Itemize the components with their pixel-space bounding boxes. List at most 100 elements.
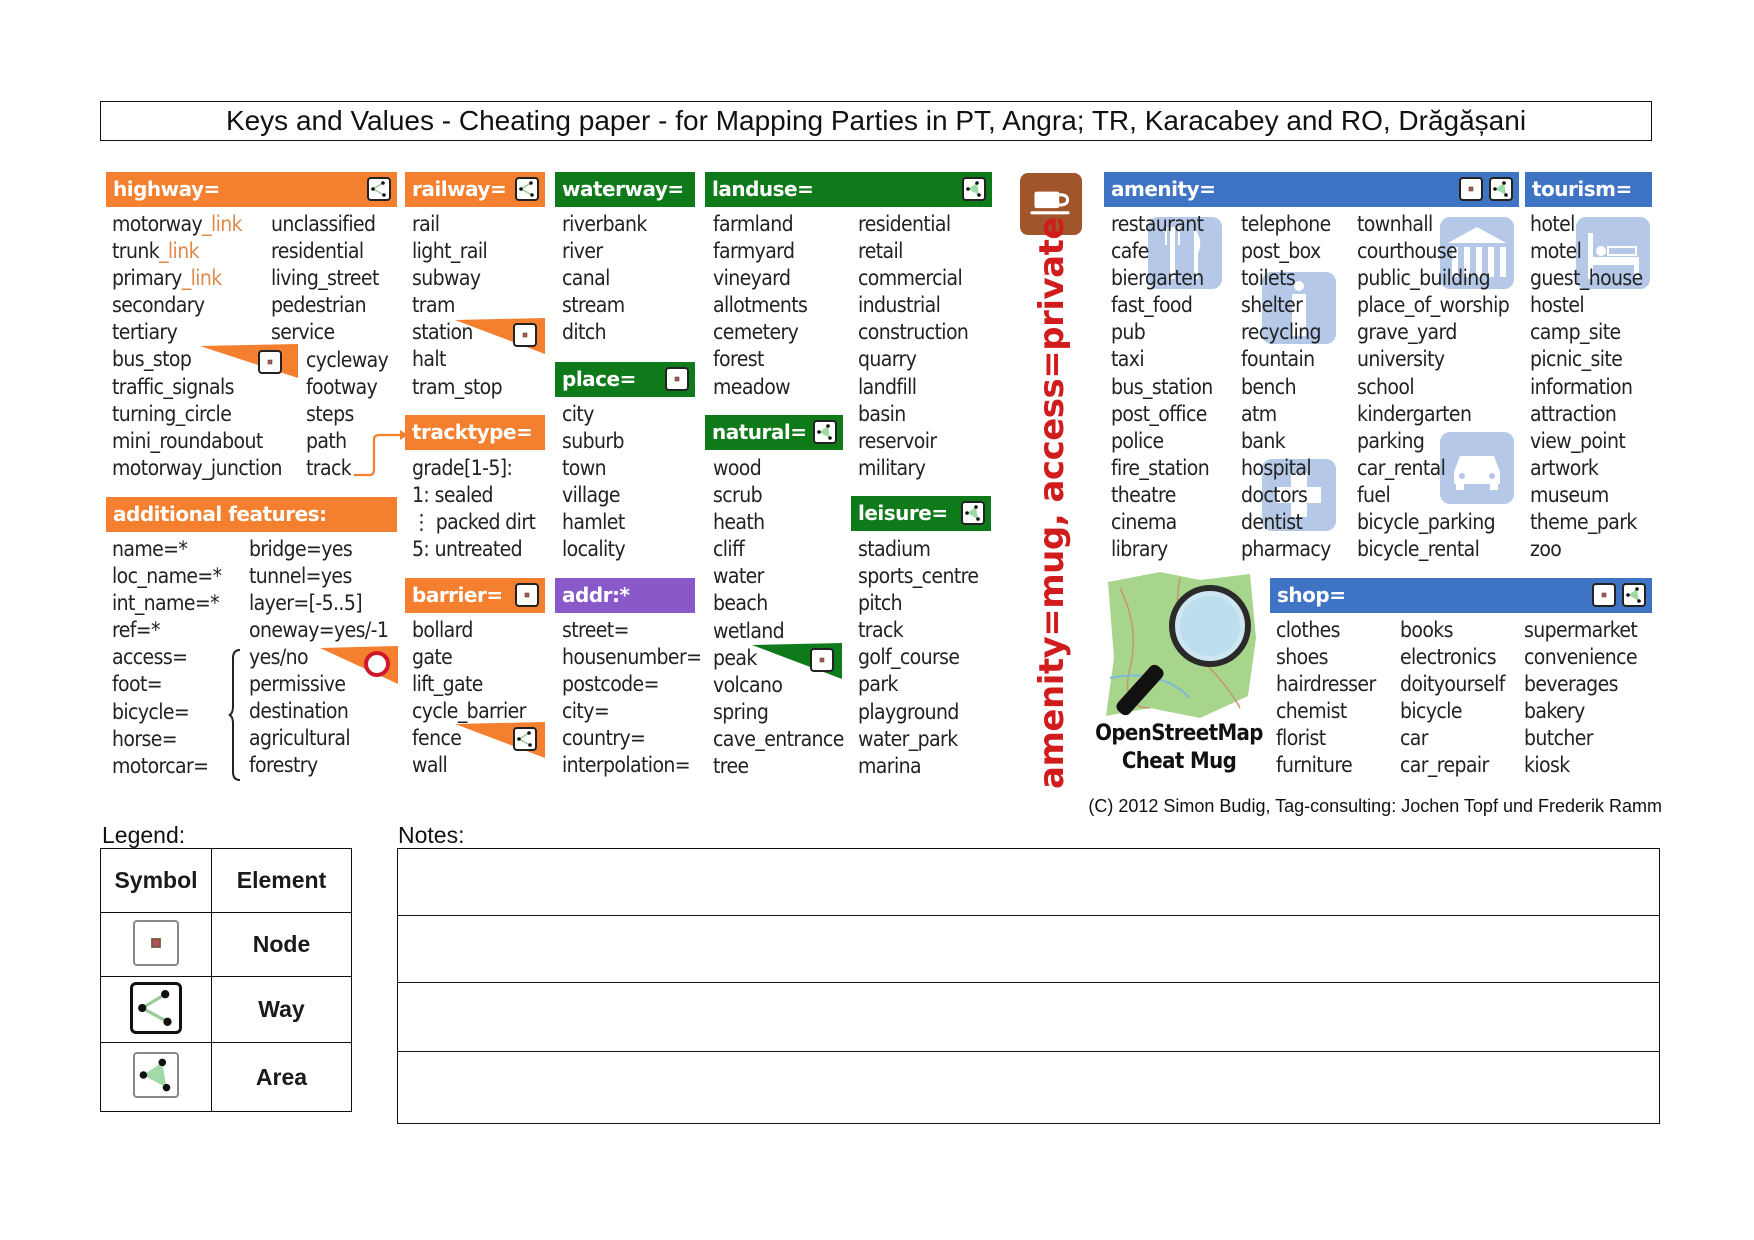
link-suffix: _link	[181, 266, 222, 291]
list-item: townhall	[1357, 212, 1433, 236]
logo-title-line-1: OpenStreetMap	[1095, 721, 1263, 746]
additional-list-2: bridge=yes tunnel=yes layer=[-5..5] onew…	[249, 536, 389, 644]
list-item: vineyard	[713, 266, 791, 291]
leisure-header-label: leisure=	[858, 501, 948, 525]
openstreetmap-cheat-mug-title: OpenStreetMap Cheat Mug	[1090, 720, 1268, 776]
node-callout	[200, 344, 298, 378]
list-item: beverages	[1524, 672, 1618, 697]
list-item: shelter	[1241, 293, 1303, 318]
list-item: gate	[412, 645, 453, 670]
list-item: clothes	[1276, 618, 1340, 642]
list-item: tunnel=yes	[249, 564, 352, 589]
railway-header: railway=	[405, 172, 545, 207]
list-item: farmyard	[713, 239, 795, 264]
list-item: grade[1-5]:	[412, 456, 513, 480]
list-item: tertiary	[112, 320, 178, 345]
barrier-header: barrier=	[405, 578, 545, 613]
list-item: theatre	[1111, 482, 1176, 507]
list-item: country=	[562, 726, 646, 751]
list-item: bakery	[1524, 699, 1585, 724]
list-item: cafe	[1111, 239, 1149, 264]
legend-element: Way	[211, 976, 352, 1043]
legend-table: Symbol Element Node Way Area	[100, 848, 352, 1112]
list-item: pitch	[858, 591, 903, 616]
list-item: suburb	[562, 429, 625, 454]
notes-row[interactable]	[397, 1051, 1660, 1124]
list-item: florist	[1276, 726, 1326, 751]
list-item: water	[713, 564, 764, 589]
list-item: car_rental	[1357, 455, 1446, 480]
list-item: tram_stop	[412, 374, 503, 399]
node-icon	[258, 350, 282, 374]
list-item: water_park	[858, 726, 958, 751]
list-item: doityourself	[1400, 672, 1505, 697]
list-item: station	[412, 320, 473, 345]
amenity-list-3: townhall courthouse public_building plac…	[1357, 211, 1510, 563]
list-item: courthouse	[1357, 239, 1458, 264]
list-item: destination	[249, 699, 349, 724]
list-item: picnic_site	[1530, 347, 1623, 372]
list-item: loc_name=*	[112, 564, 222, 589]
list-item: bollard	[412, 618, 473, 642]
list-item: school	[1357, 374, 1415, 399]
list-item: track	[858, 618, 904, 643]
list-item: secondary	[112, 293, 205, 318]
list-item: car	[1400, 726, 1429, 751]
list-item: heath	[713, 510, 765, 535]
list-item: police	[1111, 428, 1164, 453]
list-item: street=	[562, 618, 629, 642]
list-item: post_box	[1241, 239, 1321, 264]
notes-row[interactable]	[397, 915, 1660, 983]
amenity-list-2: telephone post_box toilets shelter recyc…	[1241, 211, 1331, 563]
notes-row[interactable]	[397, 848, 1660, 916]
list-item: horse=	[112, 726, 178, 751]
list-item: farmland	[713, 212, 794, 236]
list-item: sports_centre	[858, 564, 979, 589]
amenity-list-1: restaurant cafe biergarten fast_food pub…	[1111, 211, 1213, 563]
list-item: view_point	[1530, 428, 1626, 453]
list-item: spring	[713, 699, 769, 724]
place-header-label: place=	[562, 367, 636, 391]
legend-row: Area	[100, 1042, 352, 1112]
shop-list-1: clothes shoes hairdresser chemist floris…	[1276, 617, 1376, 780]
list-item: town	[562, 456, 607, 481]
list-item: bicycle=	[112, 699, 190, 724]
addr-list: street= housenumber= postcode= city= cou…	[562, 617, 702, 780]
area-icon	[1622, 583, 1646, 607]
list-item: unclassified	[271, 212, 376, 236]
list-item: fire_station	[1111, 455, 1210, 480]
list-item: bank	[1241, 428, 1286, 453]
list-item: marina	[858, 753, 922, 778]
place-list: city suburb town village hamlet locality	[562, 401, 626, 564]
list-item: ditch	[562, 320, 607, 345]
shop-list-3: supermarket convenience beverages bakery…	[1524, 617, 1638, 780]
area-icon	[133, 1052, 179, 1098]
list-item: motorway	[112, 212, 203, 236]
copyright-notice: (C) 2012 Simon Budig, Tag-consulting: Jo…	[1088, 796, 1662, 816]
legend-symbol-cell	[100, 1042, 212, 1112]
list-item: postcode=	[562, 672, 659, 697]
list-item: cinema	[1111, 510, 1177, 535]
tracktype-list: grade[1-5]: 1: sealed ⋮ packed dirt 5: u…	[412, 455, 536, 563]
list-item: biergarten	[1111, 266, 1204, 291]
list-item: wood	[713, 456, 762, 480]
node-icon	[1592, 583, 1616, 607]
list-item: residential	[271, 239, 364, 264]
list-item: beach	[713, 591, 768, 616]
list-item: military	[858, 455, 926, 480]
barrier-header-label: barrier=	[412, 583, 503, 607]
list-item: access=	[112, 645, 188, 670]
list-item: permissive	[249, 672, 346, 697]
notes-row[interactable]	[397, 982, 1660, 1052]
list-item: scrub	[713, 483, 763, 508]
list-item: fence	[412, 726, 462, 751]
list-item: mini_roundabout	[112, 428, 263, 453]
list-item: public_building	[1357, 266, 1491, 291]
node-icon	[665, 367, 689, 391]
list-item: living_street	[271, 266, 379, 291]
list-item: halt	[412, 347, 446, 372]
list-item: taxi	[1111, 347, 1145, 372]
list-item: library	[1111, 537, 1168, 562]
list-item: chemist	[1276, 699, 1347, 724]
list-item: bicycle_parking	[1357, 510, 1496, 535]
